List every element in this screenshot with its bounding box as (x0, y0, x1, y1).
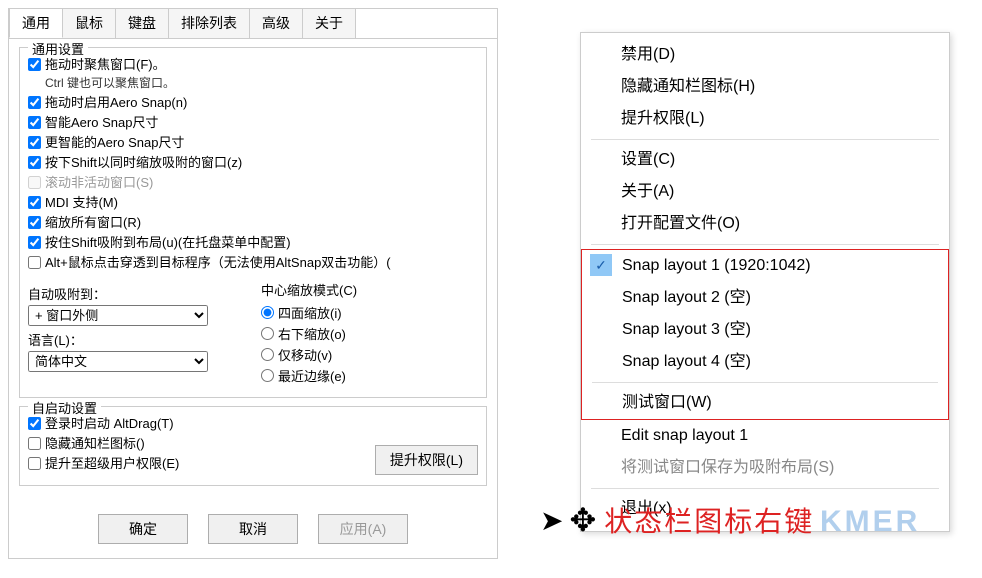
scale-mode-edge[interactable]: 最近边缘(e) (261, 366, 478, 385)
opt-start-login[interactable]: 登录时启动 AltDrag(T) (28, 415, 375, 433)
tab-about[interactable]: 关于 (302, 8, 356, 38)
elevate-button[interactable]: 提升权限(L) (375, 445, 478, 475)
opt-hide-tray[interactable]: 隐藏通知栏图标() (28, 435, 375, 453)
scale-mode-move[interactable]: 仅移动(v) (261, 345, 478, 364)
ctx-edit-layout[interactable]: Edit snap layout 1 (581, 420, 949, 452)
autostart-fieldset: 自启动设置 登录时启动 AltDrag(T) 隐藏通知栏图标() 提升至超级用户… (19, 406, 487, 486)
opt-mdi[interactable]: MDI 支持(M) (28, 194, 478, 212)
annotation-text: 状态栏图标右键 (604, 500, 814, 540)
settings-dialog: 通用 鼠标 键盘 排除列表 高级 关于 通用设置 拖动时聚焦窗口(F)。Ctrl… (8, 8, 498, 559)
scale-mode-label: 中心缩放模式(C) (261, 280, 478, 299)
scale-mode-br[interactable]: 右下缩放(o) (261, 324, 478, 343)
cursor-arrow-icon: ➤ (540, 504, 563, 537)
separator (591, 244, 939, 245)
auto-snap-label: 自动吸附到： (28, 284, 245, 303)
opt-smarter-snap[interactable]: 更智能的Aero Snap尺寸 (28, 134, 478, 152)
check-icon: ✓ (590, 254, 612, 276)
opt-aero-snap[interactable]: 拖动时启用Aero Snap(n) (28, 94, 478, 112)
ctx-snap-4[interactable]: Snap layout 4 (空) (582, 346, 948, 378)
opt-alt-click-through[interactable]: Alt+鼠标点击穿透到目标程序（无法使用AltSnap双击功能）( (28, 254, 478, 272)
separator (591, 488, 939, 489)
opt-resize-all[interactable]: 缩放所有窗口(R) (28, 214, 478, 232)
cancel-button[interactable]: 取消 (208, 514, 298, 544)
general-legend: 通用设置 (28, 39, 88, 58)
ctx-elevate[interactable]: 提升权限(L) (581, 103, 949, 135)
ctx-disable[interactable]: 禁用(D) (581, 39, 949, 71)
ctx-settings[interactable]: 设置(C) (581, 144, 949, 176)
ctx-snap-3[interactable]: Snap layout 3 (空) (582, 314, 948, 346)
opt-elevate[interactable]: 提升至超级用户权限(E) (28, 455, 375, 473)
tab-bar: 通用 鼠标 键盘 排除列表 高级 关于 (9, 9, 497, 39)
opt-shift-scale[interactable]: 按下Shift以同时缩放吸附的窗口(z) (28, 154, 478, 172)
tab-general[interactable]: 通用 (9, 8, 63, 38)
watermark-text: KMER (820, 505, 920, 539)
dialog-button-row: 确定 取消 应用(A) (9, 502, 497, 558)
opt-scroll-inactive: 滚动非活动窗口(S) (28, 174, 478, 192)
auto-snap-select[interactable]: + 窗口外侧 (28, 305, 208, 326)
tab-advanced[interactable]: 高级 (249, 8, 303, 38)
snap-layout-highlight: ✓Snap layout 1 (1920:1042) Snap layout 2… (581, 249, 949, 420)
tab-mouse[interactable]: 鼠标 (62, 8, 116, 38)
language-select[interactable]: 简体中文 (28, 351, 208, 372)
ctx-snap-2[interactable]: Snap layout 2 (空) (582, 282, 948, 314)
scale-mode-all[interactable]: 四面缩放(i) (261, 303, 478, 322)
tab-keyboard[interactable]: 键盘 (115, 8, 169, 38)
ok-button[interactable]: 确定 (98, 514, 188, 544)
separator (592, 382, 938, 383)
general-fieldset: 通用设置 拖动时聚焦窗口(F)。Ctrl 键也可以聚焦窗口。 拖动时启用Aero… (19, 47, 487, 398)
opt-focus-on-drag[interactable]: 拖动时聚焦窗口(F)。Ctrl 键也可以聚焦窗口。 (28, 56, 478, 92)
autostart-legend: 自启动设置 (28, 398, 101, 417)
ctx-test-window[interactable]: 测试窗口(W) (582, 387, 948, 419)
tab-exclude[interactable]: 排除列表 (168, 8, 250, 38)
ctx-snap-1[interactable]: ✓Snap layout 1 (1920:1042) (582, 250, 948, 282)
language-label: 语言(L)： (28, 330, 245, 349)
opt-shift-layout[interactable]: 按住Shift吸附到布局(u)(在托盘菜单中配置) (28, 234, 478, 252)
cursor-move-icon: ✥ (569, 501, 596, 539)
ctx-save-test: 将测试窗口保存为吸附布局(S) (581, 452, 949, 484)
opt-smart-snap[interactable]: 智能Aero Snap尺寸 (28, 114, 478, 132)
annotation-group: ➤ ✥ 状态栏图标右键 (540, 500, 814, 540)
ctx-about[interactable]: 关于(A) (581, 176, 949, 208)
ctx-open-config[interactable]: 打开配置文件(O) (581, 208, 949, 240)
apply-button[interactable]: 应用(A) (318, 514, 408, 544)
ctx-hide-tray[interactable]: 隐藏通知栏图标(H) (581, 71, 949, 103)
tray-context-menu: 禁用(D) 隐藏通知栏图标(H) 提升权限(L) 设置(C) 关于(A) 打开配… (580, 32, 950, 532)
separator (591, 139, 939, 140)
